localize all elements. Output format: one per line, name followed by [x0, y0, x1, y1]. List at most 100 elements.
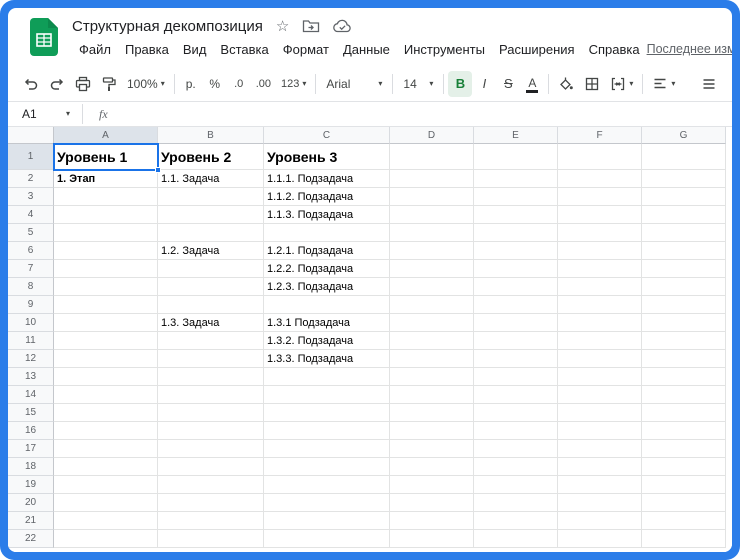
column-header-C[interactable]: C: [264, 127, 390, 144]
cell-F7[interactable]: [558, 260, 642, 278]
text-color-button[interactable]: A: [520, 71, 544, 97]
row-header-13[interactable]: 13: [8, 368, 54, 386]
strikethrough-button[interactable]: S: [496, 71, 520, 97]
cell-D12[interactable]: [390, 350, 474, 368]
cell-D1[interactable]: [390, 144, 474, 170]
cell-D21[interactable]: [390, 512, 474, 530]
cell-F8[interactable]: [558, 278, 642, 296]
cell-G5[interactable]: [642, 224, 726, 242]
cell-E9[interactable]: [474, 296, 558, 314]
cell-E15[interactable]: [474, 404, 558, 422]
cell-F14[interactable]: [558, 386, 642, 404]
cell-B14[interactable]: [158, 386, 264, 404]
cell-E10[interactable]: [474, 314, 558, 332]
menu-item-view[interactable]: Вид: [176, 40, 214, 59]
cell-G7[interactable]: [642, 260, 726, 278]
cell-C3[interactable]: 1.1.2. Подзадача: [264, 188, 390, 206]
cell-B9[interactable]: [158, 296, 264, 314]
fill-handle[interactable]: [155, 167, 161, 173]
row-header-7[interactable]: 7: [8, 260, 54, 278]
row-header-8[interactable]: 8: [8, 278, 54, 296]
column-header-E[interactable]: E: [474, 127, 558, 144]
cell-F11[interactable]: [558, 332, 642, 350]
cell-A1[interactable]: Уровень 1: [54, 144, 158, 170]
cell-D9[interactable]: [390, 296, 474, 314]
cell-C21[interactable]: [264, 512, 390, 530]
column-header-G[interactable]: G: [642, 127, 726, 144]
cell-F20[interactable]: [558, 494, 642, 512]
column-header-F[interactable]: F: [558, 127, 642, 144]
format-currency-button[interactable]: р.: [179, 71, 203, 97]
cell-C18[interactable]: [264, 458, 390, 476]
cell-E6[interactable]: [474, 242, 558, 260]
cell-E8[interactable]: [474, 278, 558, 296]
cell-G17[interactable]: [642, 440, 726, 458]
cell-D7[interactable]: [390, 260, 474, 278]
cell-A9[interactable]: [54, 296, 158, 314]
cell-E12[interactable]: [474, 350, 558, 368]
increase-decimals-button[interactable]: .00: [251, 71, 276, 97]
cell-E1[interactable]: [474, 144, 558, 170]
cell-C7[interactable]: 1.2.2. Подзадача: [264, 260, 390, 278]
row-header-22[interactable]: 22: [8, 530, 54, 548]
cell-D16[interactable]: [390, 422, 474, 440]
cell-E17[interactable]: [474, 440, 558, 458]
cell-A6[interactable]: [54, 242, 158, 260]
cell-B7[interactable]: [158, 260, 264, 278]
italic-button[interactable]: I: [472, 71, 496, 97]
cell-B3[interactable]: [158, 188, 264, 206]
cell-C8[interactable]: 1.2.3. Подзадача: [264, 278, 390, 296]
column-header-A[interactable]: A: [54, 127, 158, 144]
row-header-9[interactable]: 9: [8, 296, 54, 314]
cell-B12[interactable]: [158, 350, 264, 368]
cell-F6[interactable]: [558, 242, 642, 260]
cell-G2[interactable]: [642, 170, 726, 188]
cell-F17[interactable]: [558, 440, 642, 458]
row-header-11[interactable]: 11: [8, 332, 54, 350]
cell-A13[interactable]: [54, 368, 158, 386]
cell-D11[interactable]: [390, 332, 474, 350]
cell-A10[interactable]: [54, 314, 158, 332]
cell-E16[interactable]: [474, 422, 558, 440]
cell-G14[interactable]: [642, 386, 726, 404]
cell-C9[interactable]: [264, 296, 390, 314]
cell-B6[interactable]: 1.2. Задача: [158, 242, 264, 260]
row-header-20[interactable]: 20: [8, 494, 54, 512]
cell-A2[interactable]: 1. Этап: [54, 170, 158, 188]
cell-C20[interactable]: [264, 494, 390, 512]
cell-A11[interactable]: [54, 332, 158, 350]
cell-G20[interactable]: [642, 494, 726, 512]
cell-F22[interactable]: [558, 530, 642, 548]
cell-D10[interactable]: [390, 314, 474, 332]
horizontal-align-button[interactable]: ▾: [647, 71, 680, 97]
cell-D18[interactable]: [390, 458, 474, 476]
cell-B18[interactable]: [158, 458, 264, 476]
bold-button[interactable]: B: [448, 71, 472, 97]
cell-E18[interactable]: [474, 458, 558, 476]
cell-B20[interactable]: [158, 494, 264, 512]
cell-E22[interactable]: [474, 530, 558, 548]
cell-A7[interactable]: [54, 260, 158, 278]
cell-D20[interactable]: [390, 494, 474, 512]
cell-B22[interactable]: [158, 530, 264, 548]
more-toolbar-button[interactable]: [696, 71, 722, 97]
cell-B19[interactable]: [158, 476, 264, 494]
cell-D19[interactable]: [390, 476, 474, 494]
cell-D15[interactable]: [390, 404, 474, 422]
cell-A22[interactable]: [54, 530, 158, 548]
row-header-16[interactable]: 16: [8, 422, 54, 440]
cell-D4[interactable]: [390, 206, 474, 224]
cell-F5[interactable]: [558, 224, 642, 242]
cell-F9[interactable]: [558, 296, 642, 314]
cell-G9[interactable]: [642, 296, 726, 314]
menu-item-extensions[interactable]: Расширения: [492, 40, 582, 59]
cell-E20[interactable]: [474, 494, 558, 512]
cell-C19[interactable]: [264, 476, 390, 494]
cell-G1[interactable]: [642, 144, 726, 170]
cell-B21[interactable]: [158, 512, 264, 530]
cell-A17[interactable]: [54, 440, 158, 458]
cell-G21[interactable]: [642, 512, 726, 530]
cell-F2[interactable]: [558, 170, 642, 188]
cell-G10[interactable]: [642, 314, 726, 332]
menu-item-format[interactable]: Формат: [276, 40, 336, 59]
